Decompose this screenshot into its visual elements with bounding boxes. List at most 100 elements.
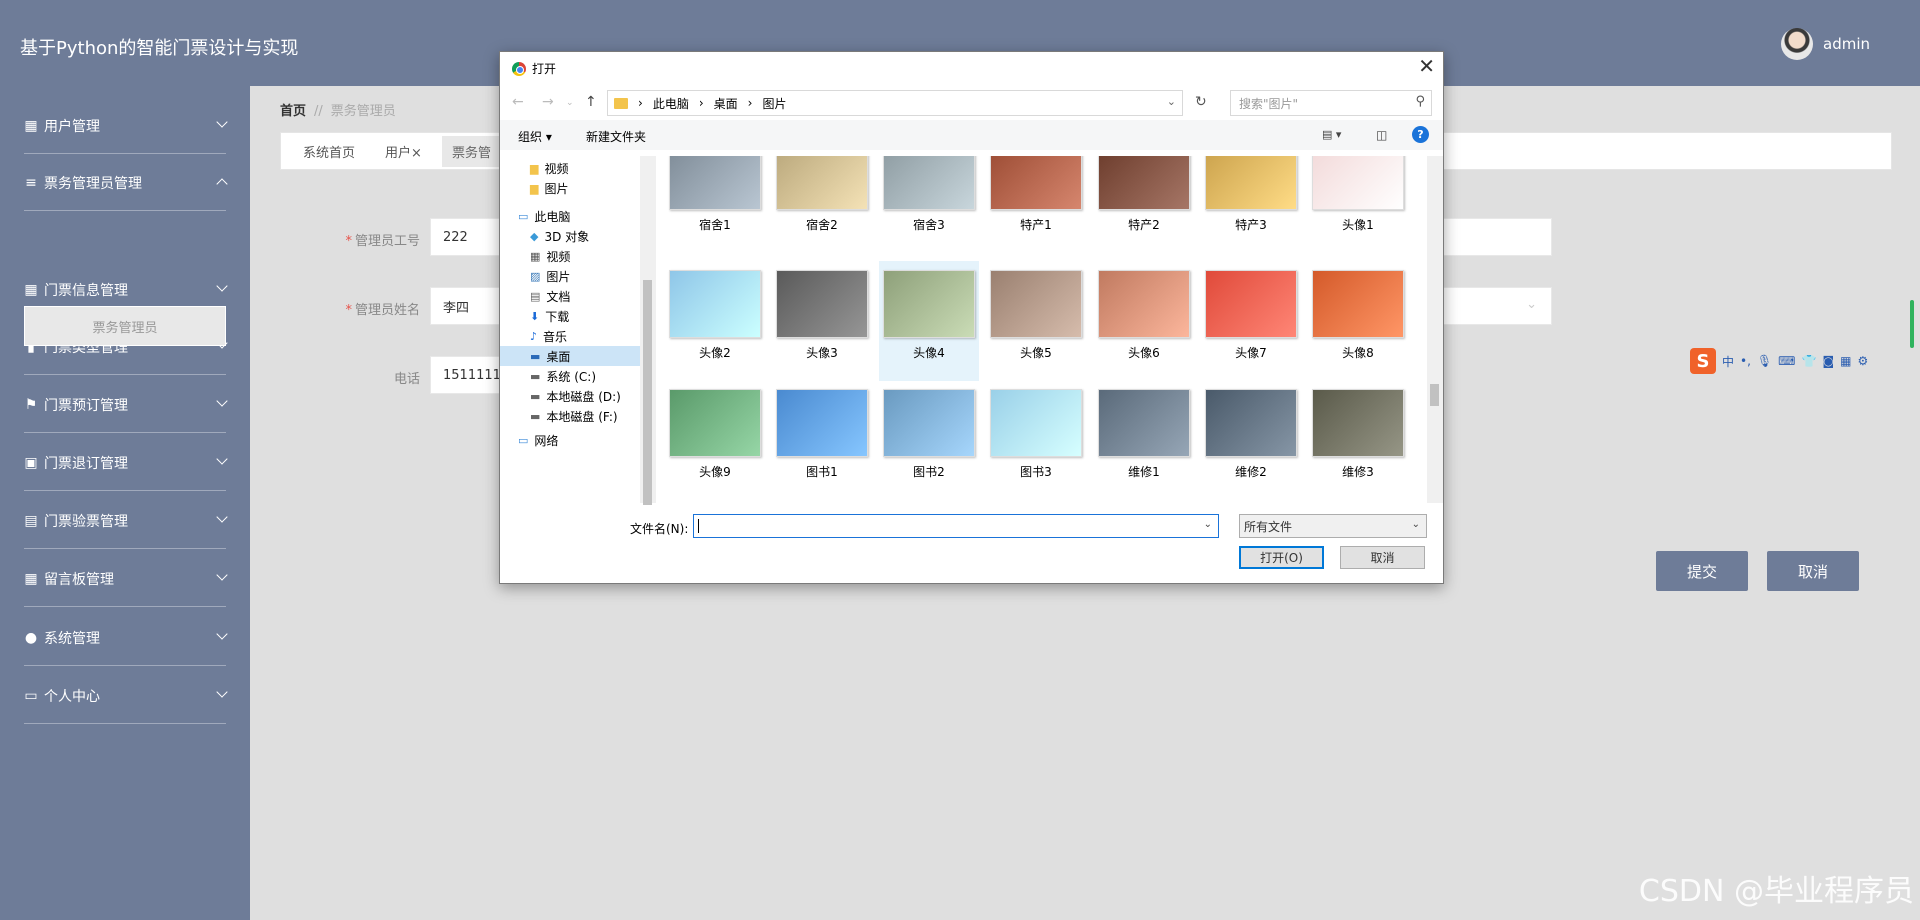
sidebar-subitem-ticket-admin[interactable]: 票务管理员 (24, 306, 226, 346)
close-icon[interactable]: ✕ (1418, 54, 1435, 78)
file-scrollbar-thumb[interactable] (1430, 384, 1439, 406)
tree-scrollbar-thumb[interactable] (643, 280, 652, 505)
file-item[interactable]: 头像9 (665, 380, 765, 500)
filename-input[interactable]: ⌄ (693, 514, 1219, 538)
recent-dropdown-icon[interactable]: ⌄ (566, 98, 574, 108)
tree-item-13[interactable]: ▬ 本地磁盘 (F:) (500, 406, 640, 426)
sidebar-item-5[interactable]: ⚑ 门票预订管理 (24, 377, 228, 433)
tree-item-14[interactable]: ▭ 网络 (500, 430, 640, 450)
file-item[interactable]: 特产3 (1201, 156, 1301, 262)
file-item[interactable]: 头像5 (986, 261, 1086, 381)
open-button[interactable]: 打开(O) (1239, 546, 1324, 569)
tree-item-2[interactable]: ▆ 图片 (500, 178, 640, 198)
organize-button[interactable]: 组织 ▾ (518, 128, 552, 145)
file-item[interactable]: 特产2 (1094, 156, 1194, 262)
sidebar-item-6[interactable]: ▣ 门票退订管理 (24, 435, 228, 491)
view-options-icon[interactable]: ▤ ▾ (1322, 128, 1341, 141)
punctuation-icon[interactable]: •, (1740, 354, 1751, 368)
file-item[interactable]: 图书2 (879, 380, 979, 500)
submit-button[interactable]: 提交 (1656, 551, 1748, 591)
avatar[interactable] (1781, 28, 1813, 60)
file-item[interactable]: 头像3 (772, 261, 872, 381)
chevron-down-icon (216, 686, 228, 698)
file-item[interactable]: 宿舍3 (879, 156, 979, 262)
file-item[interactable]: 维修1 (1094, 380, 1194, 500)
filetype-select[interactable]: 所有文件 ⌄ (1239, 514, 1427, 538)
forward-arrow-icon[interactable]: → (542, 94, 554, 110)
user-menu[interactable]: admin (1781, 28, 1870, 60)
chevron-down-icon[interactable]: ⌄ (1204, 519, 1212, 530)
sogou-icon[interactable]: S (1690, 348, 1716, 374)
tab-ticket-admin[interactable]: 票务管 (441, 135, 501, 167)
sidebar-item-2[interactable]: ≡ 票务管理员管理 (24, 155, 228, 211)
keyboard-icon[interactable]: ⌨ (1778, 354, 1795, 368)
tree-item-7[interactable]: ▤ 文档 (500, 286, 640, 306)
chevron-down-icon[interactable]: ⌄ (1167, 95, 1176, 108)
ime-toolbar[interactable]: S 中 •, 🎙 ⌨ 👕 ◙ ▦ ⚙ (1690, 346, 1920, 376)
path-this-pc[interactable]: 此电脑 (653, 95, 689, 112)
refresh-icon[interactable]: ↻ (1195, 94, 1207, 110)
sidebar-item-label: 个人中心 (44, 688, 100, 705)
cancel-button[interactable]: 取消 (1767, 551, 1859, 591)
tree-item-6[interactable]: ▨ 图片 (500, 266, 640, 286)
new-folder-button[interactable]: 新建文件夹 (586, 128, 646, 145)
file-thumbnail (1098, 389, 1190, 457)
tab-users[interactable]: 用户× (375, 136, 432, 167)
file-item[interactable]: 维修3 (1308, 380, 1408, 500)
microphone-icon[interactable]: 🎙 (1757, 354, 1772, 368)
file-item[interactable]: 特产1 (986, 156, 1086, 262)
file-item[interactable]: 头像1 (1308, 156, 1408, 262)
file-item[interactable]: 头像2 (665, 261, 765, 381)
file-scrollbar[interactable] (1427, 156, 1443, 503)
up-arrow-icon[interactable]: ↑ (585, 94, 597, 110)
file-item[interactable]: 维修2 (1201, 380, 1301, 500)
tree-item-5[interactable]: ▦ 视频 (500, 246, 640, 266)
sidebar-item-10[interactable]: ▭ 个人中心 (24, 668, 228, 724)
dialog-cancel-button[interactable]: 取消 (1340, 546, 1425, 569)
command-bar: 组织 ▾ 新建文件夹 ▤ ▾ ◫ ? (500, 120, 1443, 150)
file-item[interactable]: 宿舍1 (665, 156, 765, 262)
file-thumbnail (776, 270, 868, 338)
help-icon[interactable]: ? (1412, 126, 1429, 143)
path-pictures[interactable]: 图片 (762, 95, 786, 112)
sidebar-item-9[interactable]: ● 系统管理 (24, 610, 228, 666)
file-item[interactable]: 头像4 (879, 261, 979, 381)
file-item[interactable]: 宿舍2 (772, 156, 872, 262)
close-icon[interactable]: × (411, 146, 422, 161)
navigation-tree: ▆ 视频 ▆ 图片 ▭ 此电脑 ◆ 3D 对象 ▦ 视频 ▨ 图片 ▤ 文档 ⬇ 下载 ♪ 音乐 ▬ 桌面 ▬ 系统 (C… (500, 156, 640, 503)
tree-item-10[interactable]: ▬ 桌面 (500, 346, 640, 366)
preview-pane-icon[interactable]: ◫ (1376, 128, 1387, 142)
text-caret (698, 519, 699, 533)
file-item[interactable]: 图书1 (772, 380, 872, 500)
tab-system-home[interactable]: 系统首页 (293, 136, 365, 167)
breadcrumb-home[interactable]: 首页 (280, 104, 306, 119)
file-item[interactable]: 头像8 (1308, 261, 1408, 381)
search-icon[interactable]: ⚲ (1415, 94, 1425, 109)
settings-icon[interactable]: ⚙ (1857, 354, 1868, 368)
tree-item-12[interactable]: ▬ 本地磁盘 (D:) (500, 386, 640, 406)
apps-icon[interactable]: ▦ (1840, 354, 1851, 368)
tree-scrollbar[interactable] (640, 156, 656, 505)
file-item[interactable]: 头像6 (1094, 261, 1194, 381)
tree-item-3[interactable]: ▭ 此电脑 (500, 206, 640, 226)
sidebar-item-7[interactable]: ▤ 门票验票管理 (24, 493, 228, 549)
sidebar-item-8[interactable]: ▦ 留言板管理 (24, 551, 228, 607)
file-item[interactable]: 头像7 (1201, 261, 1301, 381)
admin-name-value: 李四 (443, 300, 470, 316)
chevron-right-icon: › (638, 96, 643, 110)
ime-language[interactable]: 中 (1722, 353, 1734, 370)
path-desktop[interactable]: 桌面 (714, 95, 738, 112)
tree-item-8[interactable]: ⬇ 下载 (500, 306, 640, 326)
tree-item-1[interactable]: ▆ 视频 (500, 158, 640, 178)
username[interactable]: admin (1823, 35, 1870, 53)
sidebar-item-1[interactable]: ▦ 用户管理 (24, 98, 228, 154)
skin-icon[interactable]: 👕 (1801, 354, 1816, 368)
file-item[interactable]: 图书3 (986, 380, 1086, 500)
tree-item-11[interactable]: ▬ 系统 (C:) (500, 366, 640, 386)
game-icon[interactable]: ◙ (1822, 354, 1834, 368)
search-input[interactable]: 搜索"图片" ⚲ (1230, 90, 1432, 116)
address-bar[interactable]: › 此电脑 › 桌面 › 图片 ⌄ (607, 90, 1183, 116)
back-arrow-icon[interactable]: ← (512, 94, 524, 110)
tree-item-4[interactable]: ◆ 3D 对象 (500, 226, 640, 246)
tree-item-9[interactable]: ♪ 音乐 (500, 326, 640, 346)
